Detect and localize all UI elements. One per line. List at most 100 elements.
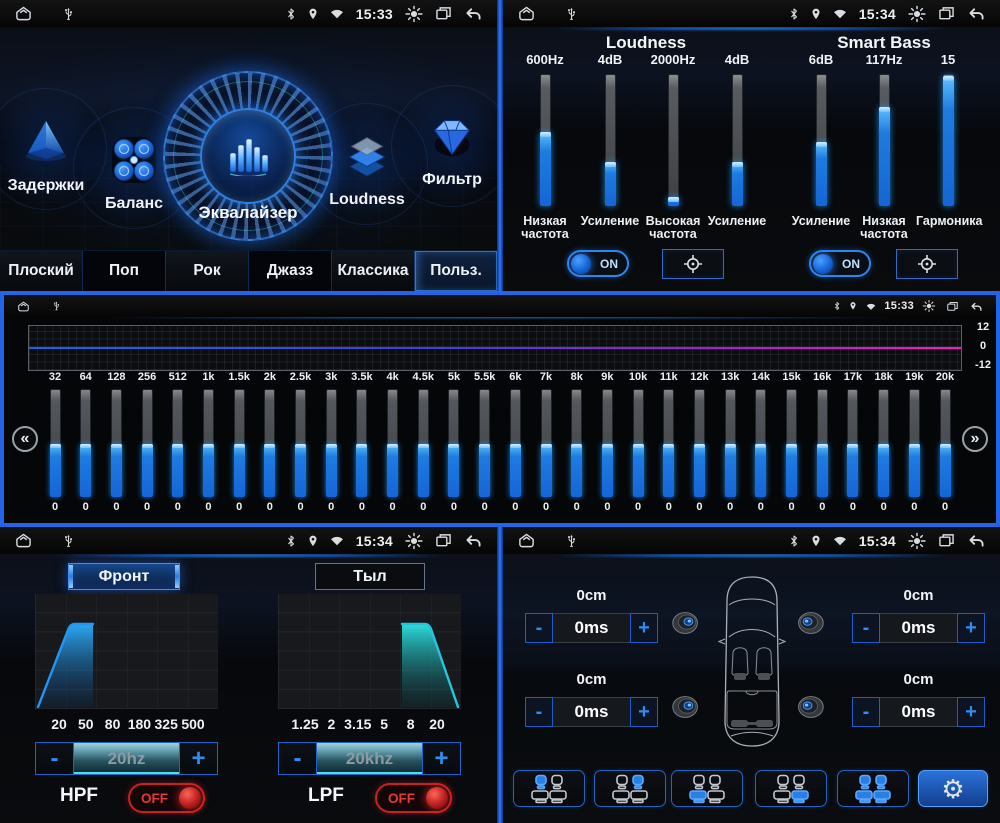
preset-tab-5[interactable]: Классика: [331, 251, 414, 291]
slider-track[interactable]: [732, 74, 743, 206]
seats-icon: [853, 774, 893, 804]
back-icon[interactable]: [967, 533, 986, 548]
band-slider[interactable]: [448, 389, 459, 497]
recents-icon[interactable]: [938, 533, 955, 548]
recents-icon[interactable]: [435, 6, 452, 21]
band-slider[interactable]: [326, 389, 337, 497]
band-slider[interactable]: [203, 389, 214, 497]
seat-select-rear-left[interactable]: [671, 770, 743, 807]
band-slider[interactable]: [356, 389, 367, 497]
band-slider[interactable]: [50, 389, 61, 497]
hpf-off-toggle[interactable]: OFF: [128, 783, 205, 813]
plus-button[interactable]: +: [957, 613, 985, 643]
slider-track[interactable]: [605, 74, 616, 206]
loudness-on-toggle[interactable]: ON: [567, 250, 629, 277]
smart-bass-on-toggle[interactable]: ON: [809, 250, 871, 277]
band-slider[interactable]: [264, 389, 275, 497]
preset-tab-1[interactable]: Плоский: [0, 251, 82, 291]
plus-button[interactable]: +: [179, 743, 217, 774]
home-icon[interactable]: [517, 5, 536, 22]
band-slider[interactable]: [172, 389, 183, 497]
band-gain-value: 0: [777, 501, 807, 513]
band-slider[interactable]: [418, 389, 429, 497]
seat-select-all[interactable]: [837, 770, 909, 807]
minus-button[interactable]: -: [525, 697, 553, 727]
seat-select-front-left[interactable]: [513, 770, 585, 807]
back-icon[interactable]: [967, 299, 986, 314]
recents-icon[interactable]: [435, 533, 452, 548]
recents-icon[interactable]: [938, 6, 955, 21]
brightness-icon[interactable]: [908, 5, 926, 23]
band-slider[interactable]: [725, 389, 736, 497]
band-slider[interactable]: [817, 389, 828, 497]
slider-track[interactable]: [668, 74, 679, 206]
band-slider[interactable]: [387, 389, 398, 497]
band-slider[interactable]: [755, 389, 766, 497]
band-slider[interactable]: [295, 389, 306, 497]
preset-tab-4[interactable]: Джазз: [248, 251, 331, 291]
slider-track[interactable]: [816, 74, 827, 206]
slider-track[interactable]: [943, 74, 954, 206]
minus-button[interactable]: -: [525, 613, 553, 643]
seat-select-rear-right[interactable]: [755, 770, 827, 807]
recents-icon[interactable]: [944, 299, 961, 314]
home-icon[interactable]: [517, 532, 536, 549]
minus-button[interactable]: -: [36, 743, 74, 774]
plus-button[interactable]: +: [957, 697, 985, 727]
band-slider[interactable]: [142, 389, 153, 497]
band-slider[interactable]: [111, 389, 122, 497]
band-fill: [479, 444, 490, 497]
band-slider[interactable]: [940, 389, 951, 497]
minus-button[interactable]: -: [852, 697, 880, 727]
band-slider[interactable]: [80, 389, 91, 497]
tab-rear[interactable]: Тыл: [315, 563, 425, 590]
minus-button[interactable]: -: [852, 613, 880, 643]
band-gain-value: 0: [347, 501, 377, 513]
band-slider[interactable]: [878, 389, 889, 497]
band-slider[interactable]: [479, 389, 490, 497]
back-icon[interactable]: [464, 533, 483, 548]
back-icon[interactable]: [967, 6, 986, 21]
band-slider[interactable]: [909, 389, 920, 497]
preset-tab-3[interactable]: Рок: [165, 251, 248, 291]
band-slider[interactable]: [234, 389, 245, 497]
plus-button[interactable]: +: [422, 743, 460, 774]
home-icon[interactable]: [14, 5, 33, 22]
prev-page-button[interactable]: «: [12, 426, 38, 452]
band-slider[interactable]: [663, 389, 674, 497]
brightness-icon[interactable]: [405, 532, 423, 550]
seat-select-front-right[interactable]: [594, 770, 666, 807]
band-slider[interactable]: [633, 389, 644, 497]
back-icon[interactable]: [464, 6, 483, 21]
home-icon[interactable]: [14, 298, 33, 315]
slider-track[interactable]: [540, 74, 551, 206]
band-slider[interactable]: [786, 389, 797, 497]
menu-item-filter[interactable]: Фильтр: [412, 115, 492, 189]
band-slider[interactable]: [602, 389, 613, 497]
band-slider[interactable]: [541, 389, 552, 497]
slider-label: Низкая частота: [852, 215, 916, 241]
plus-button[interactable]: +: [630, 613, 658, 643]
next-page-button[interactable]: »: [962, 426, 988, 452]
band-slider[interactable]: [847, 389, 858, 497]
band-slider[interactable]: [510, 389, 521, 497]
band-gain-value: 0: [654, 501, 684, 513]
tab-front[interactable]: Фронт: [68, 563, 180, 590]
lpf-off-toggle[interactable]: OFF: [375, 783, 452, 813]
usb-icon: [51, 298, 62, 314]
minus-button[interactable]: -: [279, 743, 317, 774]
brightness-icon[interactable]: [405, 5, 423, 23]
loudness-reset-button[interactable]: [662, 249, 724, 279]
preset-tab-6[interactable]: Польз.: [414, 251, 497, 291]
band-slider[interactable]: [571, 389, 582, 497]
home-icon[interactable]: [14, 532, 33, 549]
settings-button[interactable]: ⚙: [918, 770, 988, 807]
band-slider[interactable]: [694, 389, 705, 497]
preset-tab-2[interactable]: Поп: [82, 251, 165, 291]
status-bar: 15:33: [4, 295, 996, 317]
brightness-icon[interactable]: [920, 297, 938, 315]
plus-button[interactable]: +: [630, 697, 658, 727]
slider-track[interactable]: [879, 74, 890, 206]
brightness-icon[interactable]: [908, 532, 926, 550]
smart-bass-reset-button[interactable]: [896, 249, 958, 279]
